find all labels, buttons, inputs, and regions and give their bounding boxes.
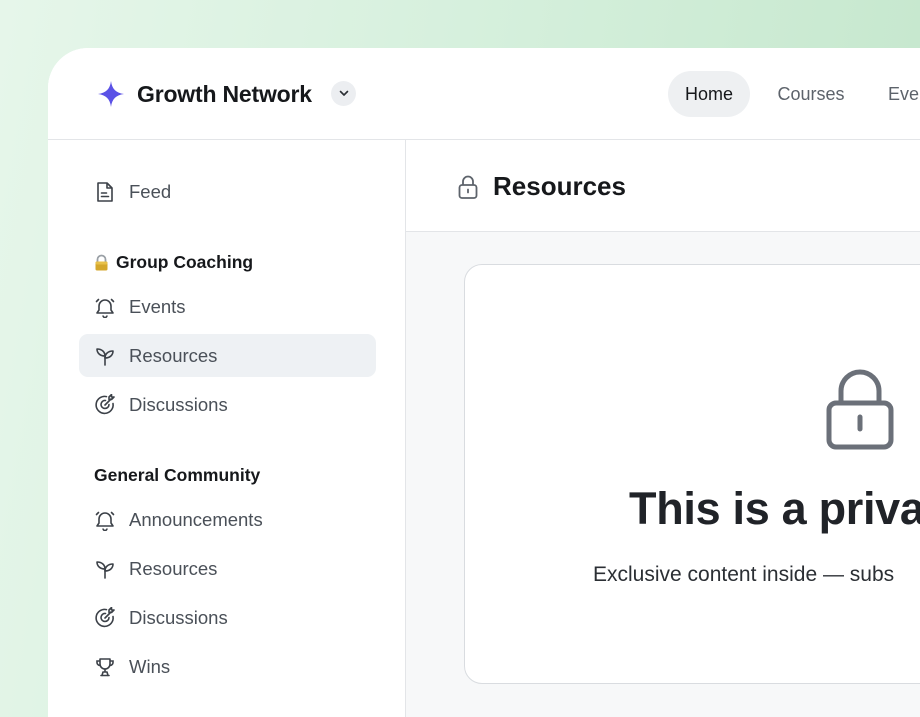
sidebar-item-feed[interactable]: Feed — [79, 170, 376, 213]
top-header: Growth Network Home Courses Eve — [48, 48, 920, 140]
sidebar-item-wins[interactable]: Wins — [79, 645, 376, 688]
sparkle-icon — [98, 81, 124, 107]
sprout-icon — [94, 345, 116, 367]
brand-name[interactable]: Growth Network — [137, 81, 312, 108]
section-title-label: Group Coaching — [116, 252, 254, 272]
sidebar-item-resources[interactable]: Resources — [79, 334, 376, 377]
section-title-general-community: General Community — [94, 465, 260, 486]
app-window: Growth Network Home Courses Eve Feed Gro… — [48, 48, 920, 717]
main-header: Resources — [406, 140, 920, 232]
target-icon — [94, 606, 116, 629]
sidebar-item-label: Feed — [129, 180, 172, 202]
sidebar-item-discussions[interactable]: Discussions — [79, 383, 376, 426]
sprout-icon — [94, 558, 116, 580]
lock-icon — [826, 369, 894, 450]
page-title: Resources — [493, 171, 626, 201]
main-content: Resources This is a privat Exclusive con… — [406, 140, 920, 717]
sidebar-item-events[interactable]: Events — [79, 285, 376, 328]
brand-dropdown-button[interactable] — [331, 81, 356, 106]
lock-emoji-icon — [95, 254, 108, 271]
sidebar-item-label: Discussions — [129, 606, 228, 628]
private-content-card: This is a privat Exclusive content insid… — [464, 264, 920, 684]
private-card-title: This is a privat — [629, 483, 920, 534]
trophy-icon — [94, 656, 116, 678]
target-icon — [94, 393, 116, 416]
nav-tab-events[interactable]: Eve — [878, 71, 920, 117]
private-card-subtitle: Exclusive content inside — subs — [593, 563, 895, 586]
lock-icon — [458, 175, 478, 199]
nav-tab-courses[interactable]: Courses — [766, 71, 856, 117]
sidebar-item-resources[interactable]: Resources — [79, 547, 376, 590]
sidebar-item-discussions[interactable]: Discussions — [79, 596, 376, 639]
sidebar-item-label: Announcements — [129, 508, 263, 530]
document-icon — [94, 181, 116, 203]
sidebar-item-label: Resources — [129, 557, 218, 579]
sidebar-item-label: Resources — [129, 344, 218, 366]
sidebar-item-label: Events — [129, 295, 186, 317]
chevron-down-icon — [339, 90, 348, 96]
section-title-label: General Community — [94, 465, 261, 485]
sidebar: Feed Group Coaching Events Resources Dis… — [48, 140, 406, 717]
sidebar-item-label: Discussions — [129, 393, 228, 415]
sidebar-item-announcements[interactable]: Announcements — [79, 498, 376, 541]
bell-icon — [94, 296, 116, 318]
section-title-group-coaching: Group Coaching — [94, 252, 253, 273]
nav-tab-home[interactable]: Home — [668, 71, 750, 117]
bell-icon — [94, 509, 116, 531]
sidebar-item-label: Wins — [129, 655, 171, 677]
